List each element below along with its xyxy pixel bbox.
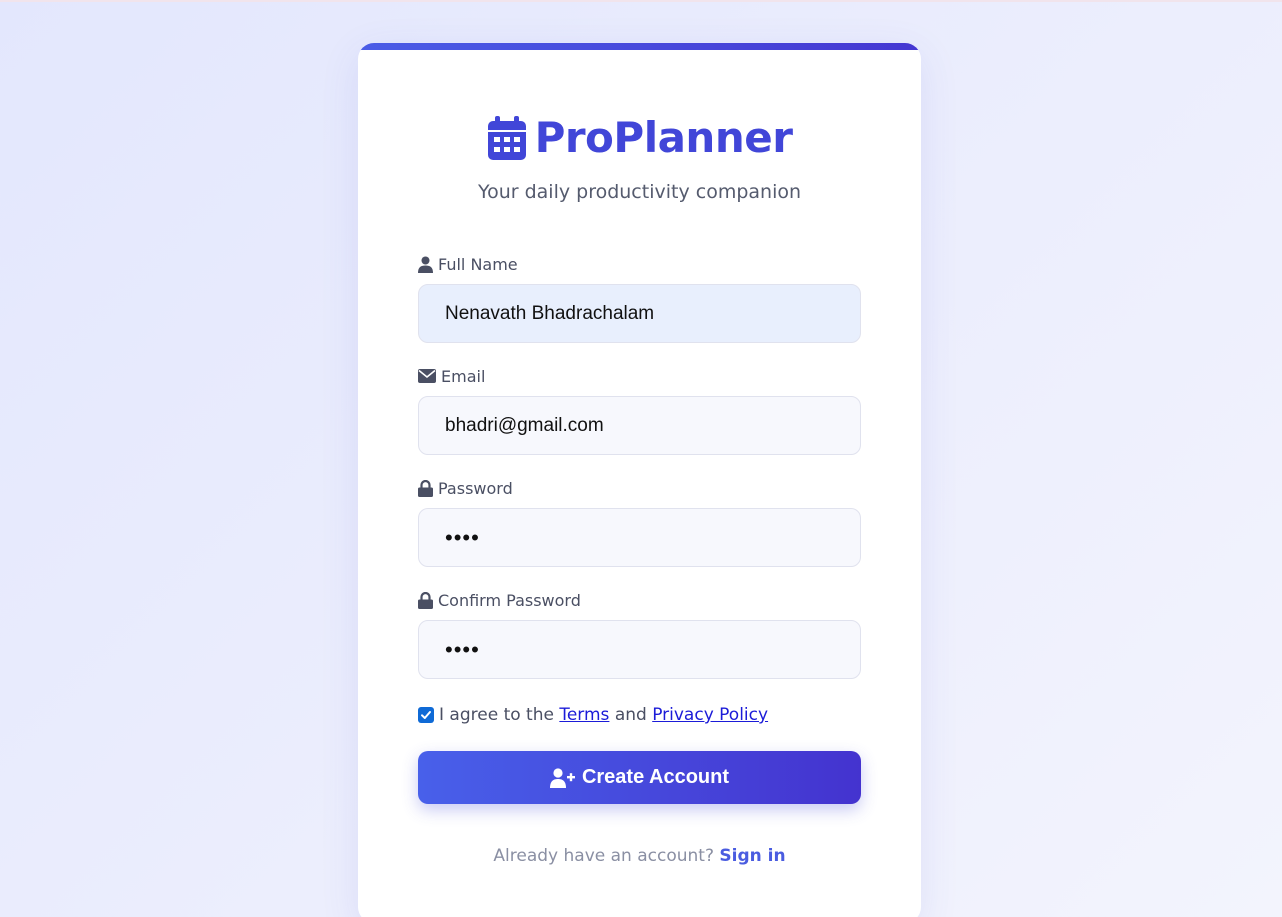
password-field: Password [418, 477, 861, 567]
checkmark-icon [421, 711, 431, 719]
full-name-label: Full Name [418, 253, 861, 275]
password-input[interactable] [418, 508, 861, 567]
envelope-icon [418, 369, 436, 383]
password-label-text: Password [438, 478, 513, 498]
user-plus-icon [549, 767, 575, 788]
confirm-password-label-text: Confirm Password [438, 590, 581, 610]
tagline: Your daily productivity companion [477, 181, 802, 203]
agree-checkbox[interactable] [418, 707, 434, 723]
signin-row: Already have an account? Sign in [358, 846, 921, 866]
user-icon [418, 256, 433, 273]
email-label: Email [418, 365, 861, 387]
confirm-password-label: Confirm Password [418, 589, 861, 611]
email-field: Email [418, 365, 861, 455]
signup-card: ProPlanner Your daily productivity compa… [358, 43, 921, 917]
email-input[interactable] [418, 396, 861, 455]
top-border [0, 0, 1282, 2]
brand-name: ProPlanner [534, 113, 793, 162]
email-label-text: Email [441, 366, 486, 386]
create-account-label: Create Account [581, 766, 730, 788]
confirm-password-field: Confirm Password [418, 589, 861, 679]
card-accent-bar [358, 43, 921, 50]
agree-text: I agree to the [439, 705, 554, 725]
terms-link[interactable]: Terms [559, 705, 609, 725]
agree-row: I agree to the Terms and Privacy Policy [418, 705, 768, 725]
lock-icon [418, 591, 433, 609]
agree-and: and [614, 705, 647, 725]
privacy-policy-link[interactable]: Privacy Policy [652, 705, 768, 725]
signin-prompt: Already have an account? [493, 846, 714, 866]
create-account-button[interactable]: Create Account [418, 751, 861, 804]
full-name-field: Full Name [418, 253, 861, 343]
full-name-input[interactable] [418, 284, 861, 343]
full-name-label-text: Full Name [438, 254, 518, 274]
password-label: Password [418, 477, 861, 499]
lock-icon [418, 479, 433, 497]
confirm-password-input[interactable] [418, 620, 861, 679]
brand: ProPlanner [358, 113, 921, 162]
signin-link[interactable]: Sign in [719, 846, 785, 866]
calendar-icon [487, 115, 527, 161]
